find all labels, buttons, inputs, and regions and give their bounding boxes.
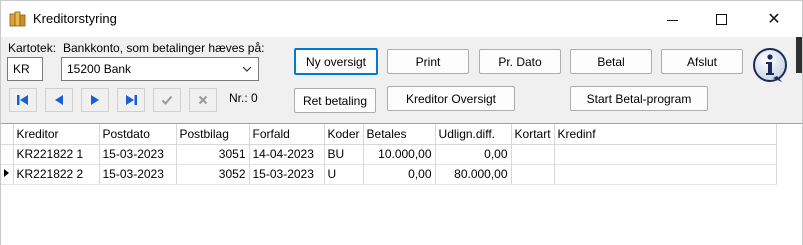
kartotek-label: Kartotek:: [8, 41, 57, 55]
cell-postbilag[interactable]: 3051: [176, 144, 250, 165]
creditor-grid[interactable]: Kreditor Postdato Postbilag Forfald Kode…: [1, 123, 802, 245]
first-record-button[interactable]: [9, 88, 37, 112]
cell-kortart[interactable]: [511, 144, 555, 165]
table-row[interactable]: KR221822 2 15-03-2023 3052 15-03-2023 U …: [1, 164, 777, 185]
column-header-kortart[interactable]: Kortart: [511, 124, 555, 145]
cell-postdato[interactable]: 15-03-2023: [99, 164, 177, 185]
next-record-button[interactable]: [81, 88, 109, 112]
ret-betaling-button[interactable]: Ret betaling: [294, 88, 376, 113]
cell-forfald[interactable]: 15-03-2023: [249, 164, 325, 185]
pr-dato-button[interactable]: Pr. Dato: [479, 49, 561, 74]
last-record-button[interactable]: [117, 88, 145, 112]
maximize-icon: [715, 13, 727, 25]
current-row-arrow-icon: [4, 169, 10, 177]
title-bar[interactable]: Kreditorstyring ✕: [1, 1, 802, 37]
last-record-icon: [126, 95, 137, 105]
cell-betales[interactable]: 0,00: [363, 164, 436, 185]
bank-label: Bankkonto, som betalinger hæves på:: [63, 41, 265, 55]
minimize-icon: [666, 19, 678, 21]
cancel-button[interactable]: [189, 88, 217, 112]
row-indicator-header: [1, 124, 14, 145]
cell-kortart[interactable]: [511, 164, 555, 185]
bank-account-select[interactable]: 15200 Bank: [61, 57, 259, 81]
previous-record-icon: [55, 95, 63, 105]
start-betal-program-button[interactable]: Start Betal-program: [570, 86, 708, 111]
ny-oversigt-button[interactable]: Ny oversigt: [294, 48, 378, 75]
table-row[interactable]: KR221822 1 15-03-2023 3051 14-04-2023 BU…: [1, 144, 777, 165]
cell-kredinf[interactable]: [554, 144, 777, 165]
post-check-icon: [161, 95, 173, 105]
bank-account-value: 15200 Bank: [67, 62, 132, 76]
column-header-kredinf[interactable]: Kredinf: [554, 124, 777, 145]
cell-udlign-diff[interactable]: 80.000,00: [435, 164, 512, 185]
minimize-button[interactable]: [649, 1, 695, 37]
current-row-indicator: [1, 164, 14, 185]
cell-betales[interactable]: 10.000,00: [363, 144, 436, 165]
betal-button[interactable]: Betal: [570, 49, 652, 74]
window-title: Kreditorstyring: [33, 11, 117, 26]
column-header-postbilag[interactable]: Postbilag: [176, 124, 250, 145]
cell-postdato[interactable]: 15-03-2023: [99, 144, 177, 165]
previous-record-button[interactable]: [45, 88, 73, 112]
cell-kreditor[interactable]: KR221822 1: [13, 144, 100, 165]
grid-header-row: Kreditor Postdato Postbilag Forfald Kode…: [1, 124, 777, 145]
cell-forfald[interactable]: 14-04-2023: [249, 144, 325, 165]
cell-udlign-diff[interactable]: 0,00: [435, 144, 512, 165]
record-number: Nr.: 0: [229, 91, 258, 105]
cell-koder[interactable]: BU: [324, 144, 364, 165]
column-header-udlign-diff[interactable]: Udlign.diff.: [435, 124, 512, 145]
row-indicator: [1, 144, 14, 165]
afslut-button[interactable]: Afslut: [661, 49, 743, 74]
cell-postbilag[interactable]: 3052: [176, 164, 250, 185]
column-header-kreditor[interactable]: Kreditor: [13, 124, 100, 145]
cell-kredinf[interactable]: [554, 164, 777, 185]
column-header-postdato[interactable]: Postdato: [99, 124, 177, 145]
column-header-forfald[interactable]: Forfald: [249, 124, 325, 145]
cell-koder[interactable]: U: [324, 164, 364, 185]
print-button[interactable]: Print: [387, 49, 469, 74]
kartotek-field[interactable]: KR: [7, 57, 43, 81]
chevron-down-icon: [242, 66, 252, 72]
cancel-x-icon: [198, 95, 208, 105]
close-button[interactable]: ✕: [751, 1, 797, 37]
column-header-betales[interactable]: Betales: [363, 124, 436, 145]
maximize-button[interactable]: [698, 1, 744, 37]
info-icon[interactable]: [751, 46, 789, 84]
kreditor-oversigt-button[interactable]: Kreditor Oversigt: [387, 86, 515, 111]
scrollbar-edge[interactable]: [796, 37, 802, 73]
app-window: Kreditorstyring ✕ Kartotek: KR Bankkonto…: [0, 0, 803, 245]
column-header-koder[interactable]: Koder: [324, 124, 364, 145]
post-button[interactable]: [153, 88, 181, 112]
kartotek-value: KR: [13, 62, 30, 76]
ledger-app-icon: [9, 11, 26, 27]
first-record-icon: [17, 95, 28, 105]
next-record-icon: [91, 95, 99, 105]
close-icon: ✕: [767, 9, 781, 28]
cell-kreditor[interactable]: KR221822 2: [13, 164, 100, 185]
